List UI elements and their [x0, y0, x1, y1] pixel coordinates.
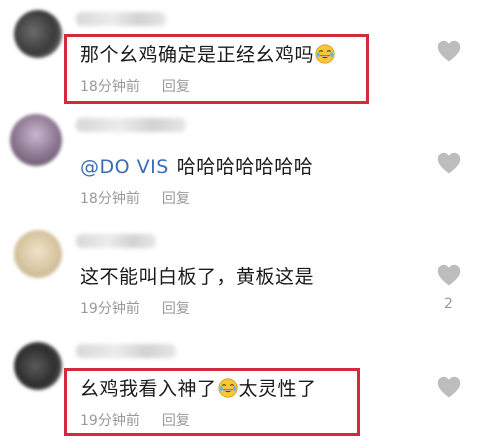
- comment-text-main: 哈哈哈哈哈哈哈: [176, 156, 314, 178]
- comment-item: @DO VIS 哈哈哈哈哈哈哈 18分钟前 回复: [0, 108, 480, 216]
- comment-text-main: 这不能叫白板了，黄板这是: [80, 266, 315, 288]
- mention-link[interactable]: @DO VIS: [80, 156, 169, 178]
- comment-text-main: 那个幺鸡确定是正经幺鸡吗: [80, 44, 315, 66]
- username[interactable]: [76, 118, 186, 132]
- reply-button[interactable]: 回复: [162, 79, 190, 95]
- comment-text: 幺鸡我看入神了 太灵性了: [80, 374, 317, 401]
- comment-item: 那个幺鸡确定是正经幺鸡吗 18分钟前 回复: [0, 0, 480, 108]
- comment-time: 18分钟前: [80, 79, 140, 95]
- avatar[interactable]: [14, 10, 62, 58]
- comment-time: 19分钟前: [80, 301, 140, 317]
- heart-icon[interactable]: [437, 264, 461, 286]
- username[interactable]: [76, 344, 176, 358]
- avatar[interactable]: [10, 114, 62, 166]
- comment-text-main: 幺鸡我看入神了: [80, 378, 217, 400]
- comment-item: 幺鸡我看入神了 太灵性了 19分钟前 回复: [0, 332, 480, 441]
- avatar[interactable]: [14, 230, 62, 278]
- comment-text: @DO VIS 哈哈哈哈哈哈哈: [80, 152, 313, 179]
- username[interactable]: [76, 12, 166, 26]
- reply-button[interactable]: 回复: [162, 191, 190, 207]
- crying-laughing-emoji-icon: [315, 44, 335, 64]
- heart-icon[interactable]: [437, 376, 461, 398]
- comment-text: 这不能叫白板了，黄板这是: [80, 262, 314, 289]
- crying-laughing-emoji-icon: [218, 378, 238, 398]
- comment-time: 18分钟前: [80, 191, 140, 207]
- comment-text-tail: 太灵性了: [238, 378, 317, 400]
- comment-meta: 19分钟前 回复: [80, 298, 190, 318]
- comment-item: 这不能叫白板了，黄板这是 19分钟前 回复 2: [0, 220, 480, 330]
- avatar[interactable]: [14, 342, 62, 390]
- comment-meta: 19分钟前 回复: [80, 410, 190, 430]
- comment-time: 19分钟前: [80, 413, 140, 429]
- reply-button[interactable]: 回复: [162, 301, 190, 317]
- comment-list: 那个幺鸡确定是正经幺鸡吗 18分钟前 回复 @DO VIS 哈哈哈哈哈哈哈 18分钟…: [0, 0, 480, 441]
- comment-text: 那个幺鸡确定是正经幺鸡吗: [80, 40, 336, 67]
- comment-meta: 18分钟前 回复: [80, 76, 190, 96]
- username[interactable]: [76, 234, 156, 248]
- comment-meta: 18分钟前 回复: [80, 188, 190, 208]
- reply-button[interactable]: 回复: [162, 413, 190, 429]
- heart-icon[interactable]: [437, 152, 461, 174]
- like-count: 2: [444, 296, 453, 312]
- heart-icon[interactable]: [437, 40, 461, 62]
